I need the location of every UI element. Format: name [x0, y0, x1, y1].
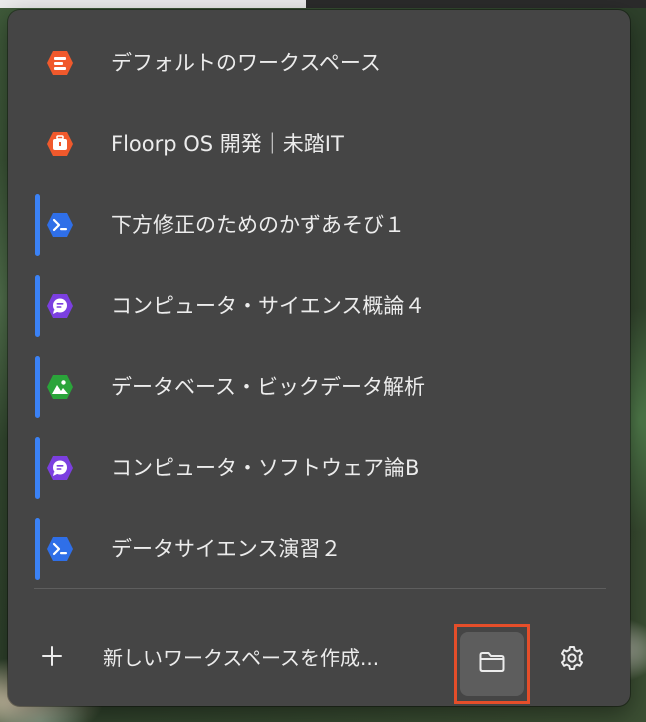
- folder-icon: [478, 650, 506, 678]
- active-indicator: [35, 437, 40, 499]
- active-indicator: [35, 275, 40, 337]
- workspace-label: データベース・ビックデータ解析: [111, 375, 425, 399]
- create-workspace-link[interactable]: 新しいワークスペースを作成...: [103, 636, 379, 680]
- gear-icon: [558, 644, 586, 676]
- divider: [34, 588, 606, 589]
- workspace-label: コンピュータ・ソフトウェア論B: [111, 456, 420, 480]
- active-indicator: [35, 356, 40, 418]
- workspace-item[interactable]: コンピュータ・ソフトウェア論B: [35, 437, 595, 499]
- terminal-icon: [46, 211, 74, 239]
- chat-bubble-icon: [46, 454, 74, 482]
- workspaces-popup: デフォルトのワークスペース Floorp OS 開発｜未踏IT 下方修正のための…: [8, 10, 630, 706]
- terminal-icon: [46, 535, 74, 563]
- manage-workspaces-button[interactable]: [454, 624, 530, 704]
- workspace-item[interactable]: Floorp OS 開発｜未踏IT: [35, 113, 595, 175]
- workspace-label: データサイエンス演習２: [111, 537, 342, 561]
- active-indicator: [35, 518, 40, 580]
- workspace-label: コンピュータ・サイエンス概論４: [111, 294, 426, 318]
- workspace-item[interactable]: データベース・ビックデータ解析: [35, 356, 595, 418]
- workspace-item[interactable]: データサイエンス演習２: [35, 518, 595, 580]
- image-icon: [46, 373, 74, 401]
- workspace-item[interactable]: コンピュータ・サイエンス概論４: [35, 275, 595, 337]
- workspace-item[interactable]: 下方修正のためのかずあそび１: [35, 194, 595, 256]
- active-indicator: [35, 194, 40, 256]
- workspace-label: デフォルトのワークスペース: [111, 51, 381, 75]
- workspace-label: 下方修正のためのかずあそび１: [111, 213, 405, 237]
- workspace-settings-button[interactable]: [554, 642, 590, 678]
- plus-icon: [41, 645, 63, 671]
- folder-button-surface: [460, 632, 524, 696]
- briefcase-icon: [46, 130, 74, 158]
- workspace-item[interactable]: デフォルトのワークスペース: [35, 32, 595, 94]
- add-workspace-button[interactable]: [32, 638, 72, 678]
- workspace-label: Floorp OS 開発｜未踏IT: [111, 132, 344, 156]
- top-strip: [0, 0, 646, 8]
- chat-bubble-icon: [46, 292, 74, 320]
- briefcase-list-icon: [46, 49, 74, 77]
